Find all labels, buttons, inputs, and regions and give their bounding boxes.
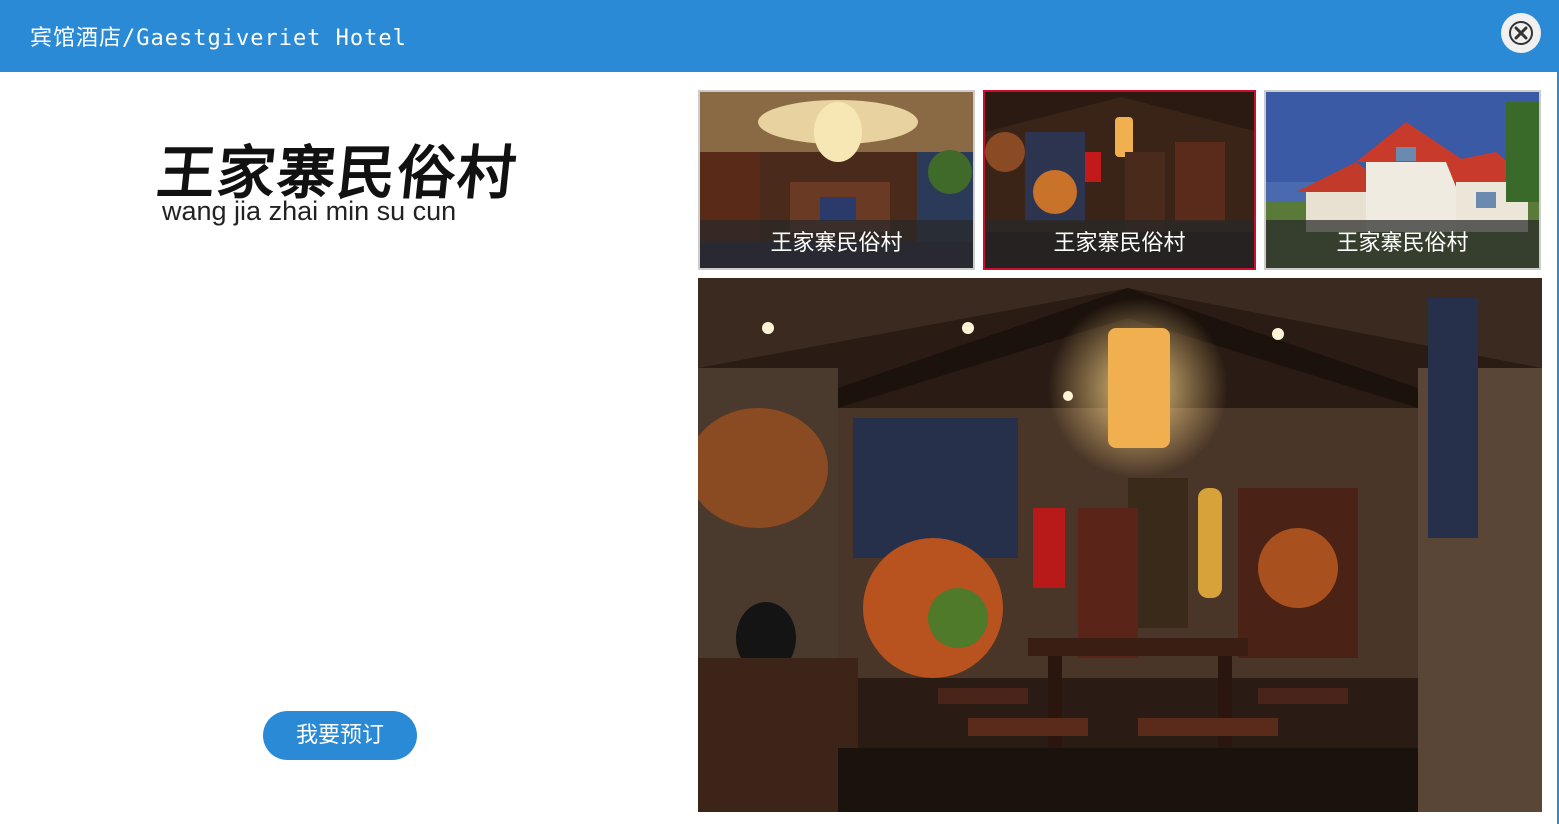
- main-dining-room-photo: [698, 278, 1542, 812]
- thumbnail-caption: 王家寨民俗村: [1266, 220, 1539, 268]
- gallery-thumbnail-dining[interactable]: 王家寨民俗村: [983, 90, 1256, 270]
- gallery-thumbnail-banquet[interactable]: 王家寨民俗村: [698, 90, 975, 270]
- thumbnail-caption: 王家寨民俗村: [985, 220, 1254, 268]
- close-icon: [1509, 21, 1533, 45]
- thumbnail-caption: 王家寨民俗村: [700, 220, 973, 268]
- main-photo: [698, 278, 1542, 812]
- title-bar: 宾馆酒店/Gaestgiveriet Hotel: [0, 0, 1559, 72]
- book-now-button[interactable]: 我要预订: [263, 711, 417, 760]
- brand-logo-pinyin: wang jia zhai min su cun: [162, 196, 457, 226]
- hotel-detail-window: 宾馆酒店/Gaestgiveriet Hotel 王家寨民俗村 wang jia…: [0, 0, 1559, 824]
- close-button[interactable]: [1501, 13, 1541, 53]
- window-title: 宾馆酒店/Gaestgiveriet Hotel: [30, 26, 407, 51]
- gallery-thumbnail-villa[interactable]: 王家寨民俗村: [1264, 90, 1541, 270]
